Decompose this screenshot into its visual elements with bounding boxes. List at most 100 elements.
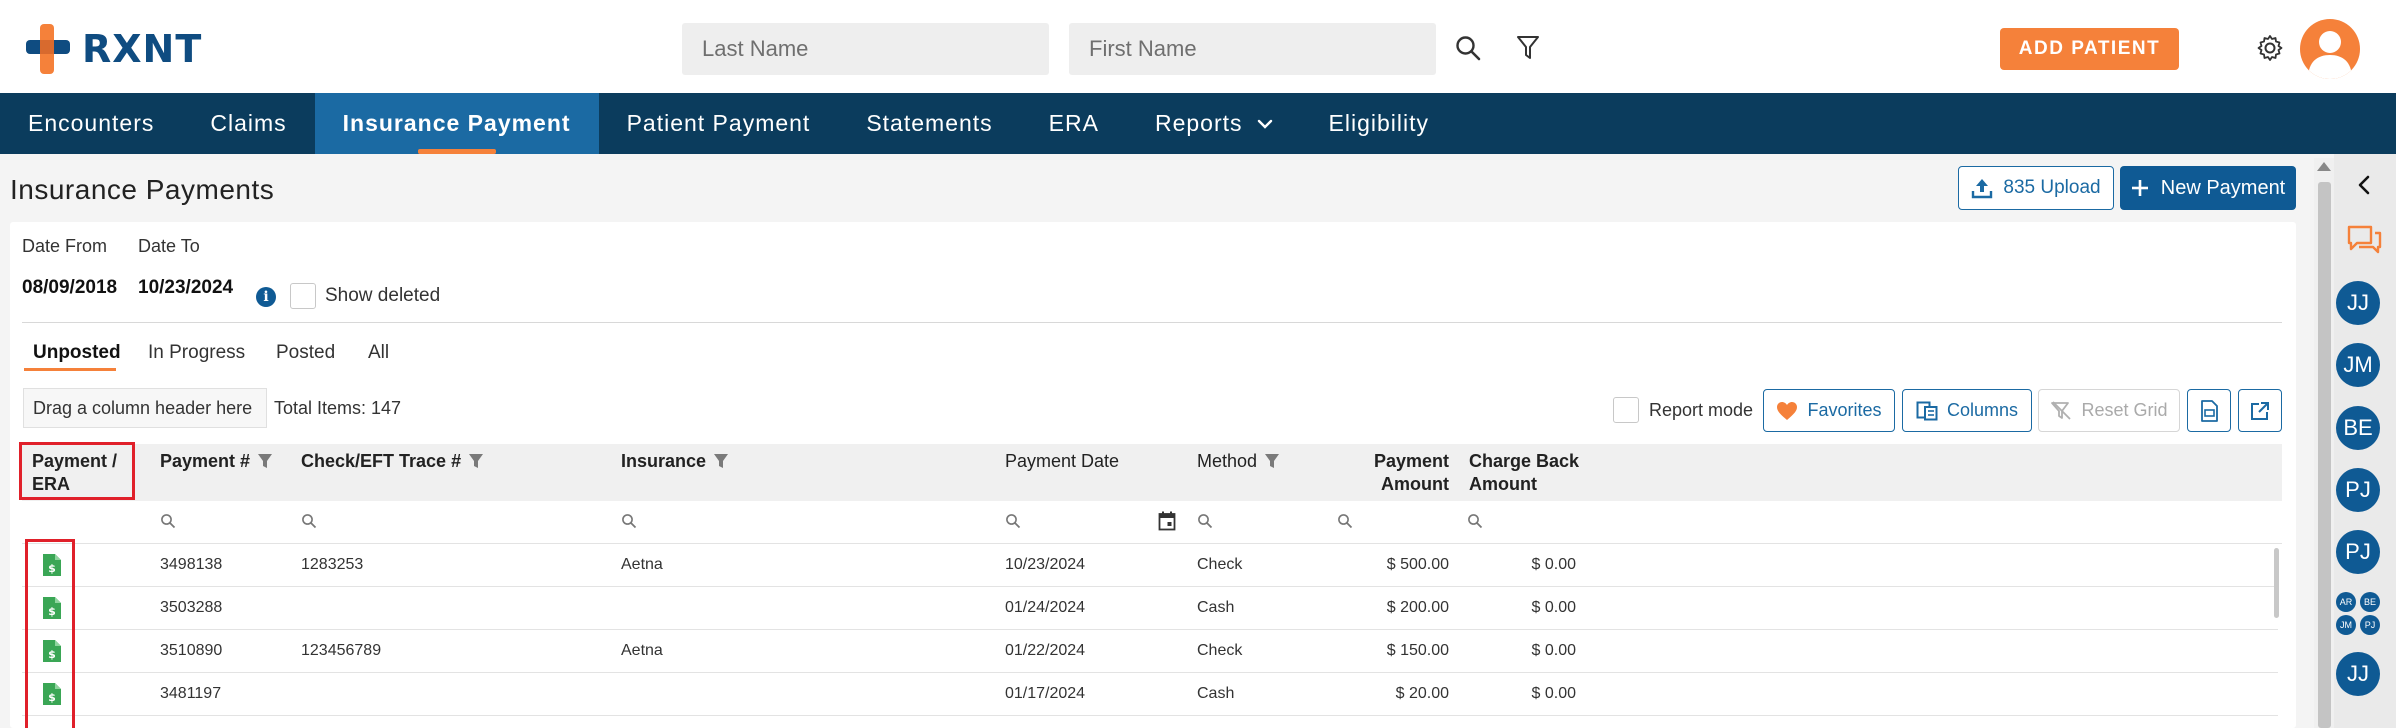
rail-avatar[interactable]: PJ — [2336, 468, 2380, 512]
upload-835-button[interactable]: 835 Upload — [1958, 166, 2114, 210]
nav-insurance-payment[interactable]: Insurance Payment — [314, 93, 599, 154]
divider — [22, 322, 2282, 323]
cell-method: Cash — [1197, 599, 1235, 616]
search-icon[interactable] — [1197, 513, 1213, 529]
column-filter-icon[interactable] — [257, 453, 273, 469]
rail-mini-avatar[interactable]: JM — [2336, 615, 2356, 635]
filter-button[interactable] — [1510, 28, 1546, 68]
date-to-value[interactable]: 10/23/2024 — [138, 277, 233, 299]
cell-payment-amount: $ 20.00 — [1395, 685, 1449, 702]
scrollbar-thumb[interactable] — [2318, 182, 2331, 728]
cell-check-trace: 123456789 — [301, 642, 382, 659]
first-name-input[interactable] — [1069, 23, 1436, 75]
reset-grid-button[interactable]: Reset Grid — [2038, 389, 2180, 432]
favorites-button[interactable]: Favorites — [1763, 389, 1895, 432]
rail-avatar[interactable]: JM — [2336, 343, 2380, 387]
rxnt-logo[interactable]: RXNT — [26, 24, 202, 74]
last-name-input[interactable] — [682, 23, 1049, 75]
grid-scrollbar-thumb[interactable] — [2274, 548, 2279, 618]
top-header: RXNT ADD PATIENT — [0, 0, 2396, 93]
rail-mini-avatar[interactable]: AR — [2336, 592, 2356, 612]
nav-reports[interactable]: Reports — [1127, 93, 1301, 154]
columns-icon — [1916, 401, 1938, 420]
search-icon[interactable] — [1005, 513, 1021, 529]
nav-claims[interactable]: Claims — [182, 93, 314, 154]
chat-icon[interactable] — [2345, 223, 2383, 257]
cell-charge-back: $ 0.00 — [1531, 685, 1576, 702]
rail-avatar[interactable]: PJ — [2336, 530, 2380, 574]
filter-clear-icon — [2051, 400, 2072, 420]
settings-button[interactable] — [2251, 28, 2289, 68]
tab-posted[interactable]: Posted — [276, 342, 335, 364]
column-charge-back-amount[interactable]: Charge Back Amount — [1469, 450, 1579, 496]
report-mode-checkbox[interactable] — [1613, 397, 1639, 423]
tab-unposted[interactable]: Unposted — [33, 342, 121, 364]
chevron-left-icon[interactable] — [2352, 172, 2378, 198]
column-filter-icon[interactable] — [713, 453, 729, 469]
cell-payment-date: 01/17/2024 — [1005, 685, 1086, 702]
add-patient-button[interactable]: ADD PATIENT — [2000, 28, 2179, 70]
export-button[interactable] — [2238, 389, 2282, 432]
nav-era[interactable]: ERA — [1021, 93, 1127, 154]
new-payment-button[interactable]: New Payment — [2120, 166, 2296, 210]
columns-button[interactable]: Columns — [1902, 389, 2032, 432]
main-nav: Encounters Claims Insurance Payment Pati… — [0, 93, 2396, 154]
cell-payment-number: 3481197 — [160, 685, 222, 702]
tab-all[interactable]: All — [368, 342, 389, 364]
cell-method: Cash — [1197, 685, 1235, 702]
cell-payment-number: 3510890 — [160, 642, 223, 659]
user-avatar[interactable] — [2300, 19, 2360, 79]
search-icon[interactable] — [1467, 513, 1483, 529]
total-items: Total Items: 147 — [274, 398, 402, 418]
heart-icon — [1777, 401, 1798, 420]
cell-payment-amount: $ 200.00 — [1386, 599, 1449, 616]
rail-avatar[interactable]: BE — [2336, 406, 2380, 450]
date-from-label: Date From — [22, 236, 108, 256]
info-icon[interactable]: i — [256, 287, 276, 307]
cell-charge-back: $ 0.00 — [1531, 556, 1576, 573]
column-payment-amount[interactable]: Payment Amount — [1330, 450, 1449, 496]
share-export-icon — [2251, 401, 2269, 420]
search-icon[interactable] — [1337, 513, 1353, 529]
nav-eligibility[interactable]: Eligibility — [1301, 93, 1457, 154]
search-button[interactable] — [1450, 28, 1486, 68]
nav-statements[interactable]: Statements — [838, 93, 1020, 154]
tab-in-progress[interactable]: In Progress — [148, 342, 245, 364]
export-pdf-button[interactable] — [2187, 389, 2231, 432]
table-row[interactable] — [22, 673, 2278, 716]
search-icon[interactable] — [621, 513, 637, 529]
column-filter-icon[interactable] — [1264, 453, 1280, 469]
page-title: Insurance Payments — [10, 174, 275, 205]
column-method[interactable]: Method — [1197, 450, 1280, 473]
date-from-value[interactable]: 08/09/2018 — [22, 277, 117, 299]
rail-mini-avatar[interactable]: BE — [2360, 592, 2380, 612]
search-icon[interactable] — [301, 513, 317, 529]
column-filter-icon[interactable] — [468, 453, 484, 469]
calendar-icon[interactable] — [1158, 511, 1176, 531]
cell-payment-date: 01/24/2024 — [1005, 599, 1086, 616]
cell-insurance: Aetna — [621, 556, 663, 573]
rail-mini-avatar[interactable]: PJ — [2360, 615, 2380, 635]
grid-filter-row — [22, 502, 2282, 544]
rail-avatar[interactable]: JJ — [2336, 652, 2380, 696]
rail-avatar[interactable]: JJ — [2336, 281, 2380, 325]
column-payment-number[interactable]: Payment # — [160, 450, 273, 473]
search-icon — [1456, 36, 1481, 61]
group-by-drop-zone[interactable]: Drag a column header here — [23, 388, 267, 428]
cell-payment-date: 10/23/2024 — [1005, 556, 1086, 573]
filter-icon — [1517, 36, 1539, 59]
column-check-trace[interactable]: Check/EFT Trace # — [301, 450, 484, 473]
nav-patient-payment[interactable]: Patient Payment — [599, 93, 839, 154]
cell-payment-number: 3503288 — [160, 599, 223, 616]
cell-payment-amount: $ 150.00 — [1386, 642, 1449, 659]
cell-payment-number: 3498138 — [160, 556, 223, 573]
show-deleted-checkbox[interactable] — [290, 283, 316, 309]
table-row[interactable] — [22, 587, 2278, 630]
show-deleted-label: Show deleted — [325, 285, 441, 306]
rxnt-cross-icon — [26, 24, 70, 74]
column-insurance[interactable]: Insurance — [621, 450, 729, 473]
column-payment-date[interactable]: Payment Date — [1005, 450, 1119, 473]
search-icon[interactable] — [160, 513, 176, 529]
scroll-up-arrow[interactable] — [2317, 162, 2331, 171]
nav-encounters[interactable]: Encounters — [0, 93, 182, 154]
